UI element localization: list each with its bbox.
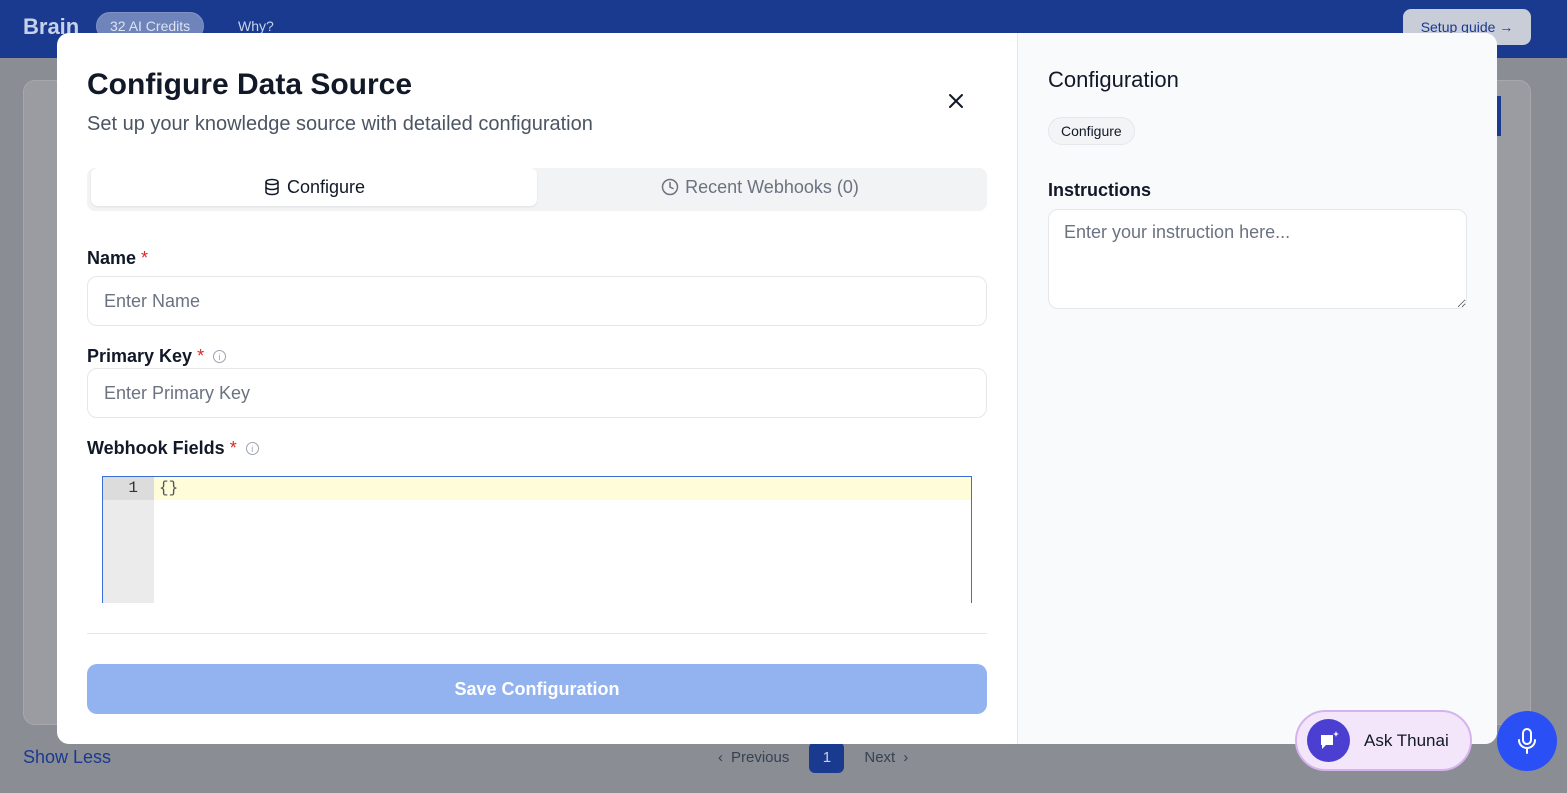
modal-subtitle: Set up your knowledge source with detail… bbox=[87, 113, 593, 135]
close-icon bbox=[949, 94, 963, 108]
configuration-title: Configuration bbox=[1048, 67, 1179, 92]
webhook-fields-editor[interactable]: 1 {} bbox=[102, 476, 972, 603]
close-button[interactable] bbox=[943, 88, 969, 114]
name-label-text: Name bbox=[87, 248, 137, 268]
clock-icon bbox=[661, 178, 679, 196]
tab-recent-webhooks[interactable]: Recent Webhooks (0) bbox=[537, 168, 983, 206]
tab-recent-webhooks-label: Recent Webhooks (0) bbox=[685, 176, 859, 197]
microphone-button[interactable] bbox=[1497, 711, 1557, 771]
configuration-side-panel: Configuration Configure Instructions bbox=[1017, 33, 1497, 744]
background-accent bbox=[1497, 96, 1501, 136]
tab-configure[interactable]: Configure bbox=[91, 168, 537, 206]
chevron-right-icon: › bbox=[903, 749, 909, 766]
microphone-icon bbox=[1518, 728, 1536, 754]
ask-thunai-label: Ask Thunai bbox=[1364, 730, 1449, 750]
configure-data-source-modal: Configure Data Source Set up your knowle… bbox=[57, 33, 1497, 744]
active-line-highlight bbox=[154, 477, 971, 500]
primary-key-label: Primary Key * i bbox=[87, 346, 227, 367]
instructions-textarea[interactable] bbox=[1048, 209, 1467, 309]
divider bbox=[87, 633, 987, 634]
webhook-fields-label: Webhook Fields * i bbox=[87, 438, 259, 459]
chevron-left-icon: ‹ bbox=[718, 749, 723, 766]
line-number: 1 bbox=[103, 477, 154, 500]
primary-key-input[interactable] bbox=[87, 368, 987, 418]
pagination: ‹ Previous 1 Next › bbox=[718, 742, 908, 773]
info-icon[interactable]: i bbox=[213, 350, 227, 363]
required-marker: * bbox=[229, 438, 237, 458]
code-content[interactable]: {} bbox=[159, 477, 178, 500]
database-icon bbox=[265, 178, 279, 196]
primary-key-label-text: Primary Key bbox=[87, 346, 193, 366]
chat-sparkle-icon bbox=[1307, 719, 1350, 762]
ask-thunai-button[interactable]: Ask Thunai bbox=[1295, 710, 1472, 771]
name-label: Name * bbox=[87, 248, 148, 269]
why-link[interactable]: Why? bbox=[238, 18, 274, 34]
required-marker: * bbox=[197, 346, 205, 366]
next-button[interactable]: Next bbox=[864, 749, 895, 766]
page-number[interactable]: 1 bbox=[809, 742, 845, 773]
modal-title: Configure Data Source bbox=[87, 68, 413, 101]
name-input[interactable] bbox=[87, 276, 987, 326]
previous-button[interactable]: Previous bbox=[731, 749, 789, 766]
save-configuration-button[interactable]: Save Configuration bbox=[87, 664, 987, 714]
show-less-link[interactable]: Show Less bbox=[23, 747, 111, 768]
required-marker: * bbox=[141, 248, 149, 268]
modal-tabs: Configure Recent Webhooks (0) bbox=[87, 168, 987, 211]
configure-chip[interactable]: Configure bbox=[1048, 117, 1135, 145]
tab-configure-label: Configure bbox=[286, 176, 366, 197]
instructions-label: Instructions bbox=[1048, 180, 1152, 200]
webhook-fields-label-text: Webhook Fields bbox=[87, 438, 225, 458]
info-icon[interactable]: i bbox=[245, 442, 259, 455]
modal-main-panel: Configure Data Source Set up your knowle… bbox=[57, 33, 1017, 744]
